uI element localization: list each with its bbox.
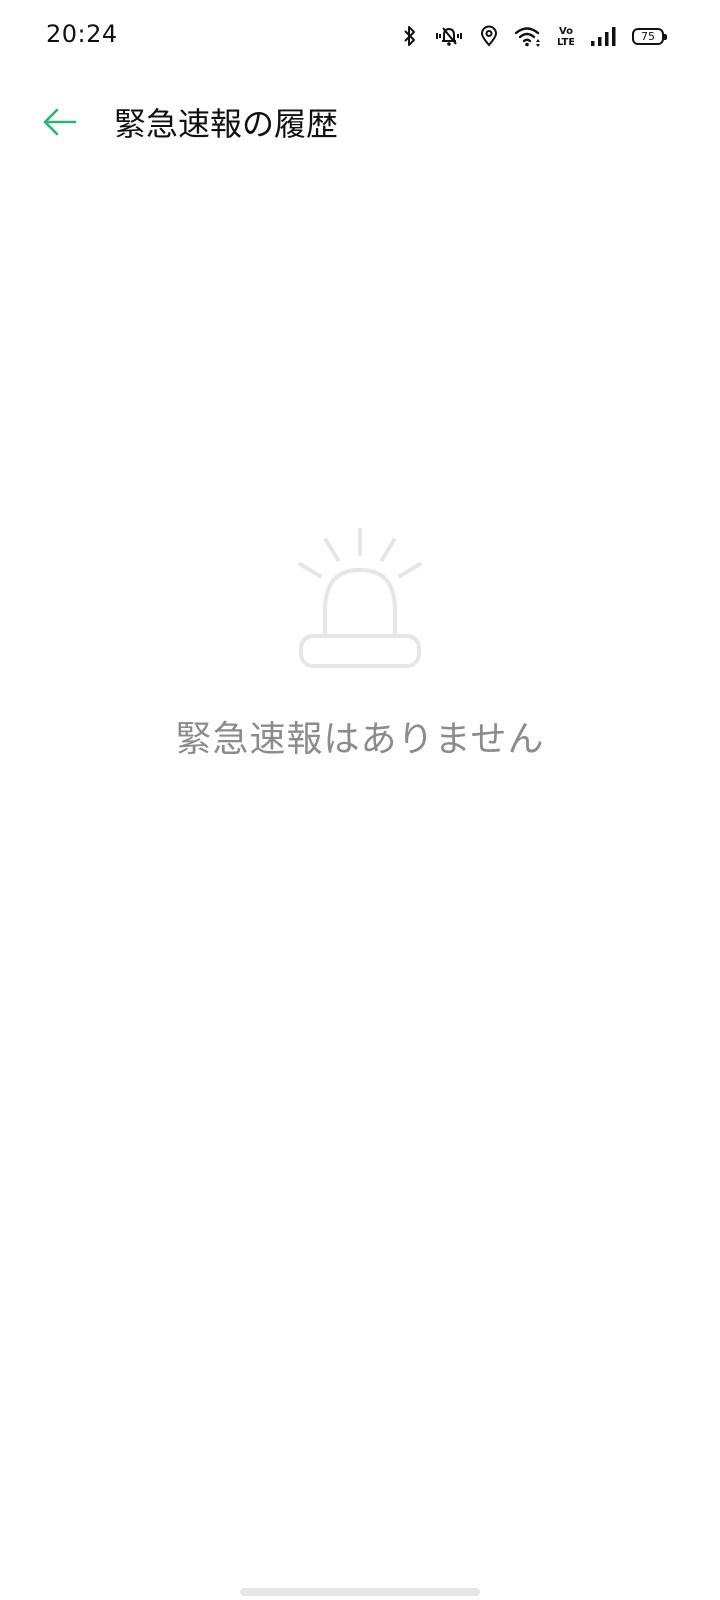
battery-level: 75	[641, 29, 655, 43]
home-indicator[interactable]	[240, 1588, 480, 1596]
volte-icon: Vo LTE	[558, 24, 574, 48]
screen: 20:24 Vo LTE 75 緊急速報の履歴 緊急速報はありません	[0, 0, 720, 1600]
back-button[interactable]	[36, 102, 84, 146]
svg-text:Vo: Vo	[559, 26, 573, 37]
location-icon	[480, 25, 498, 47]
back-arrow-icon	[42, 108, 78, 140]
app-bar: 緊急速報の履歴	[0, 92, 720, 156]
status-icons: Vo LTE 75	[402, 20, 667, 52]
status-bar: 20:24 Vo LTE 75	[0, 0, 720, 72]
page-title: 緊急速報の履歴	[114, 105, 339, 143]
svg-text:LTE: LTE	[558, 37, 574, 48]
wifi-icon	[514, 25, 542, 47]
status-time: 20:24	[46, 20, 118, 48]
signal-icon	[590, 26, 616, 46]
empty-message: 緊急速報はありません	[175, 719, 545, 760]
empty-state: 緊急速報はありません	[0, 520, 720, 762]
battery-icon: 75	[632, 27, 667, 45]
bluetooth-icon	[402, 25, 418, 47]
vibrate-icon	[434, 25, 464, 47]
siren-icon	[290, 520, 430, 684]
